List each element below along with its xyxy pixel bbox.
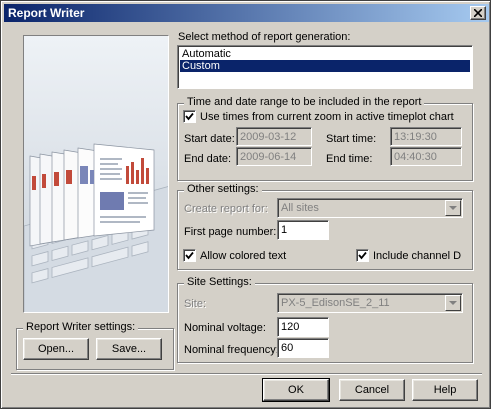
start-date-field[interactable]: 2009-03-12: [236, 127, 312, 146]
report-illustration: [23, 35, 169, 313]
cancel-button[interactable]: Cancel: [339, 379, 405, 401]
method-label: Select method of report generation:: [178, 31, 351, 43]
first-page-number-field[interactable]: 1: [277, 220, 329, 240]
use-zoom-label: Use times from current zoom in active ti…: [200, 111, 454, 123]
footer-separator: [11, 373, 482, 375]
create-report-for-dropdown[interactable]: [445, 200, 461, 216]
checkmark-icon: [185, 251, 194, 260]
start-time-field[interactable]: 13:19:30: [390, 127, 462, 146]
include-channel-d-checkbox[interactable]: [356, 249, 369, 262]
nominal-frequency-field[interactable]: 60: [277, 338, 329, 358]
create-report-for-label: Create report for:: [184, 203, 268, 215]
end-date-field[interactable]: 2009-06-14: [236, 147, 312, 166]
title-bar[interactable]: Report Writer: [4, 4, 489, 22]
window-title: Report Writer: [8, 6, 85, 20]
first-page-number-label: First page number:: [184, 226, 277, 238]
report-writer-dialog: Report Writer Report Writer settings: Op…: [0, 0, 491, 409]
close-icon: [474, 9, 482, 17]
site-value: PX-5_EdisonSE_2_11: [281, 297, 390, 309]
ok-button[interactable]: OK: [262, 378, 330, 402]
method-option-automatic[interactable]: Automatic: [180, 48, 470, 60]
method-option-custom[interactable]: Custom: [180, 60, 470, 72]
start-time-label: Start time:: [326, 133, 377, 145]
checkmark-icon: [185, 112, 194, 121]
close-button[interactable]: [470, 6, 486, 20]
time-range-legend: Time and date range to be included in th…: [184, 96, 425, 108]
end-time-label: End time:: [326, 153, 373, 165]
help-button[interactable]: Help: [412, 379, 478, 401]
allow-colored-text-checkbox[interactable]: [183, 249, 196, 262]
site-dropdown[interactable]: [445, 295, 461, 311]
end-date-label: End date:: [184, 153, 232, 165]
allow-colored-text-label: Allow colored text: [200, 250, 287, 262]
start-date-label: Start date:: [184, 133, 235, 145]
create-report-for-combo[interactable]: All sites: [277, 198, 463, 218]
nominal-frequency-label: Nominal frequency:: [184, 344, 279, 356]
method-listbox[interactable]: Automatic Custom: [177, 45, 473, 89]
site-label: Site:: [184, 298, 207, 310]
other-settings-legend: Other settings:: [184, 183, 262, 195]
site-settings-legend: Site Settings:: [184, 276, 255, 288]
chevron-down-icon: [449, 301, 457, 305]
site-combo[interactable]: PX-5_EdisonSE_2_11: [277, 293, 463, 313]
report-writer-settings-legend: Report Writer settings:: [23, 321, 139, 333]
checkmark-icon: [358, 251, 367, 260]
open-button[interactable]: Open...: [23, 338, 89, 360]
save-button[interactable]: Save...: [96, 338, 162, 360]
create-report-for-value: All sites: [281, 202, 319, 214]
nominal-voltage-field[interactable]: 120: [277, 317, 329, 337]
include-channel-d-label: Include channel D: [373, 250, 462, 262]
end-time-field[interactable]: 04:40:30: [390, 147, 462, 166]
chevron-down-icon: [449, 206, 457, 210]
nominal-voltage-label: Nominal voltage:: [184, 322, 266, 334]
use-zoom-checkbox[interactable]: [183, 110, 196, 123]
